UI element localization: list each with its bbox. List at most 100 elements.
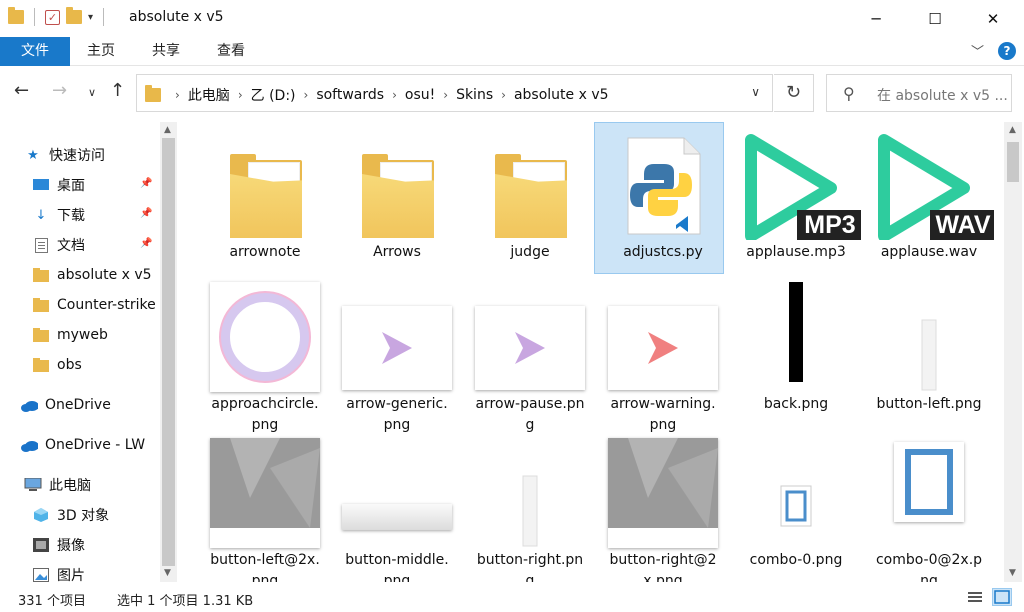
sidebar-item[interactable]: OneDrive - LW <box>20 432 178 458</box>
sidebar-item-label: myweb <box>57 327 108 343</box>
file-item[interactable]: combo-0@2x.p ng <box>864 438 994 582</box>
breadcrumb-separator-icon[interactable]: › <box>392 88 397 102</box>
file-name: back.png <box>763 396 829 412</box>
folder-icon <box>32 357 50 373</box>
breadcrumb-separator-icon[interactable]: › <box>175 88 180 102</box>
large-icons-view-icon[interactable] <box>992 588 1012 606</box>
tab-share[interactable]: 共享 <box>152 37 180 66</box>
file-item[interactable]: judge <box>465 130 595 263</box>
new-folder-icon[interactable] <box>66 7 82 24</box>
file-item[interactable]: button-left.png <box>864 282 994 415</box>
file-item[interactable]: button-left@2x. png <box>200 438 330 582</box>
file-item[interactable]: button-middle. png <box>332 438 462 582</box>
up-arrow-icon[interactable]: ↑ <box>110 80 125 101</box>
separator <box>103 8 105 26</box>
file-item[interactable]: adjustcs.py <box>594 122 728 274</box>
file-item[interactable]: arrownote <box>200 130 330 263</box>
sidebar-item-label: 快速访问 <box>49 148 105 164</box>
sidebar-item-label: Counter-strike <box>57 297 156 313</box>
scroll-up-icon[interactable]: ▲ <box>164 125 171 135</box>
folder-thumbnail-icon <box>475 130 585 240</box>
folder-icon <box>32 267 50 283</box>
sidebar-item-label: 文档 <box>57 238 85 254</box>
maximize-button[interactable]: ☐ <box>912 0 958 37</box>
scroll-down-icon[interactable]: ▼ <box>1009 568 1016 578</box>
content-scroll-thumb[interactable] <box>1007 142 1019 182</box>
file-item[interactable]: back.png <box>731 282 861 415</box>
sidebar-item-label: 图片 <box>57 568 85 584</box>
close-button[interactable]: ✕ <box>970 0 1016 37</box>
file-name: arrow-pause.pn g <box>475 396 585 433</box>
help-icon[interactable]: ? <box>998 41 1016 60</box>
file-name: button-left@2x. png <box>210 552 320 582</box>
sidebar-item[interactable]: OneDrive <box>20 392 178 418</box>
file-explorer-window: ✓ ▾ absolute x v5 ─ ☐ ✕ 文件 主页 共享 查看 ﹀ ? … <box>0 0 1024 612</box>
file-item[interactable]: combo-0.png <box>731 438 861 571</box>
file-item[interactable]: arrow-pause.pn g <box>465 282 595 436</box>
details-view-icon[interactable] <box>965 588 985 606</box>
file-name: arrow-generic. png <box>346 396 448 433</box>
breadcrumb-item[interactable]: 此电脑 <box>188 85 230 105</box>
scroll-up-icon[interactable]: ▲ <box>1009 125 1016 135</box>
pin-icon[interactable]: 📌 <box>140 238 152 249</box>
file-item[interactable]: MP3 applause.mp3 <box>731 130 863 263</box>
sidebar-item-label: OneDrive - LW <box>45 437 146 453</box>
expand-ribbon-icon[interactable]: ﹀ <box>971 41 984 60</box>
tab-home[interactable]: 主页 <box>87 37 115 66</box>
file-item[interactable]: arrow-warning. png <box>598 282 728 436</box>
forward-arrow-icon[interactable]: → <box>52 80 67 101</box>
file-item[interactable]: WAV applause.wav <box>864 130 996 263</box>
file-item[interactable]: button-right.pn g <box>465 438 595 582</box>
sidebar-item[interactable]: ★ 快速访问 <box>24 142 182 168</box>
nav-scrollbar[interactable]: ▲ ▼ <box>160 122 177 582</box>
breadcrumb-item[interactable]: 乙 (D:) <box>251 85 296 105</box>
file-item[interactable]: Arrows <box>332 130 462 263</box>
refresh-icon[interactable]: ↻ <box>774 74 814 112</box>
file-item[interactable]: arrow-generic. png <box>332 282 462 436</box>
sidebar-item[interactable]: 此电脑 <box>24 472 182 498</box>
file-item[interactable]: approachcircle. png <box>200 282 330 436</box>
computer-icon <box>24 477 42 493</box>
document-icon <box>32 237 50 253</box>
file-item[interactable]: button-right@2 x.png <box>598 438 728 582</box>
breadcrumb-separator-icon[interactable]: › <box>238 88 243 102</box>
image-bar-black-thumbnail-icon <box>741 282 851 392</box>
breadcrumb-separator-icon[interactable]: › <box>443 88 448 102</box>
search-box[interactable]: ⚲ 在 absolute x v5 ... <box>826 74 1012 112</box>
image-zero-small-thumbnail-icon <box>741 438 851 548</box>
breadcrumb-item[interactable]: Skins <box>456 87 493 103</box>
nav-scroll-thumb[interactable] <box>162 138 175 566</box>
content-scrollbar[interactable]: ▲ ▼ <box>1004 122 1022 582</box>
file-name: applause.mp3 <box>746 244 846 260</box>
file-name: applause.wav <box>880 244 978 260</box>
file-name: judge <box>510 244 550 260</box>
properties-icon[interactable]: ✓ <box>45 9 60 25</box>
address-dropdown-icon[interactable]: ∨ <box>751 85 760 99</box>
minimize-button[interactable]: ─ <box>853 0 899 37</box>
file-name: combo-0@2x.p ng <box>875 552 983 582</box>
recent-locations-icon[interactable]: ∨ <box>88 86 96 99</box>
navigation-pane: ★ 快速访问 桌面 📌 ↓ 下载 📌 文档 📌 absolute x v5 Counter-stri… <box>0 122 178 584</box>
scroll-down-icon[interactable]: ▼ <box>164 568 171 578</box>
customize-dropdown-icon[interactable]: ▾ <box>88 12 93 23</box>
image-arrow-purple-thumbnail-icon <box>475 282 585 392</box>
sidebar-item-label: absolute x v5 <box>57 267 152 283</box>
breadcrumb-item[interactable]: absolute x v5 <box>514 87 609 103</box>
address-bar[interactable]: › 此电脑 › 乙 (D:) › softwards › osu! › Skins › absolut… <box>136 74 773 112</box>
breadcrumb-item[interactable]: softwards <box>316 87 384 103</box>
breadcrumb-separator-icon[interactable]: › <box>304 88 309 102</box>
pin-icon[interactable]: 📌 <box>140 178 152 189</box>
back-arrow-icon[interactable]: ← <box>14 80 29 101</box>
image-arrow-red-thumbnail-icon <box>608 282 718 392</box>
image-bar-light-thumbnail-icon <box>874 282 984 392</box>
pin-icon[interactable]: 📌 <box>140 208 152 219</box>
tab-view[interactable]: 查看 <box>217 37 245 66</box>
breadcrumb-separator-icon[interactable]: › <box>501 88 506 102</box>
breadcrumb-item[interactable]: osu! <box>405 87 435 103</box>
picture-icon <box>32 567 50 583</box>
svg-text:MP3: MP3 <box>804 211 855 239</box>
folder-icon <box>8 7 24 24</box>
tab-file[interactable]: 文件 <box>0 37 70 66</box>
image-circle-thumbnail-icon <box>210 282 320 392</box>
folder-icon <box>32 327 50 343</box>
